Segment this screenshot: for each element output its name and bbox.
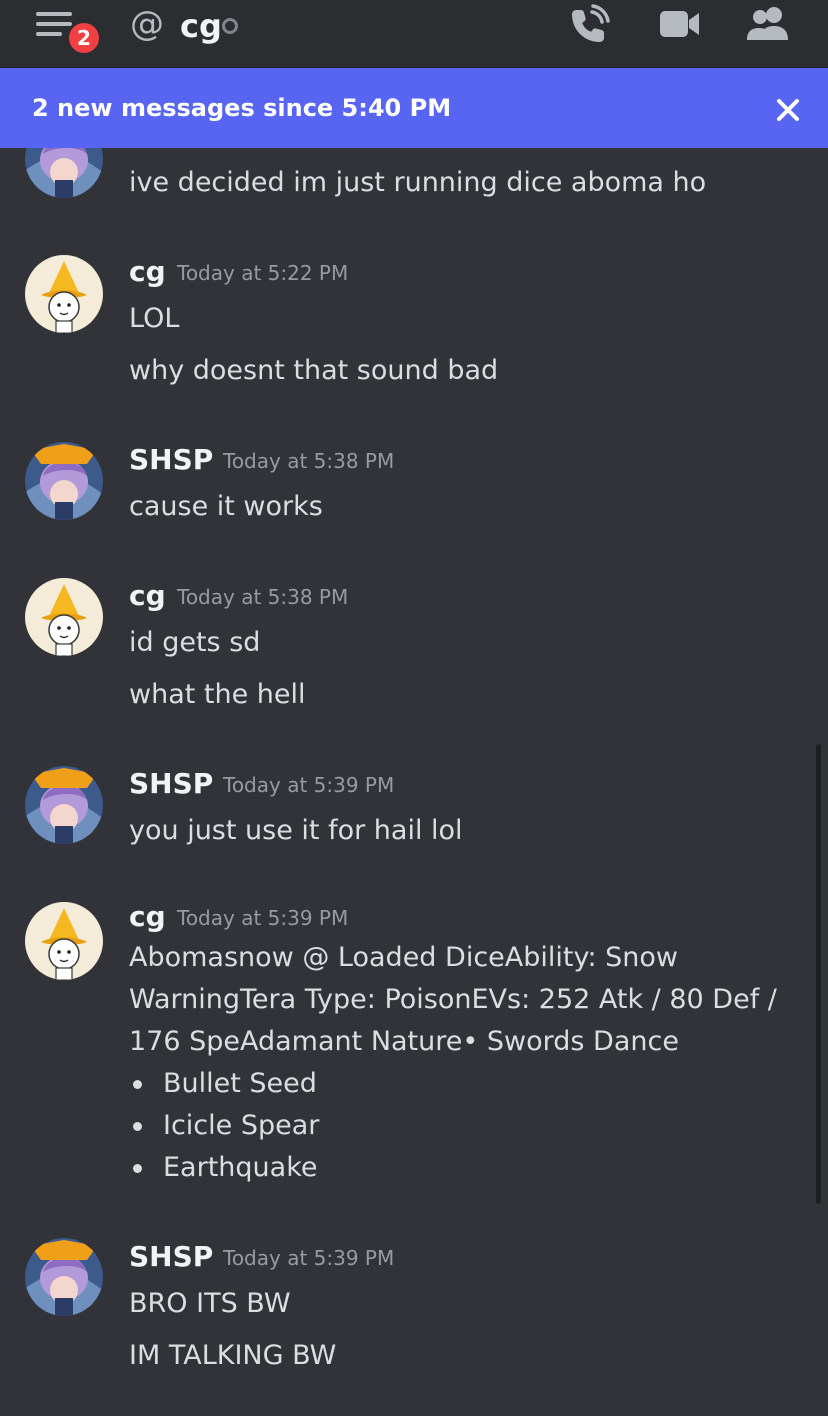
message-list[interactable]: ive decided im just running dice aboma h… [0,148,828,1416]
message-text: Abomasnow @ Loaded DiceAbility: Snow [129,942,679,973]
unread-badge: 2 [66,20,102,56]
message-author[interactable]: SHSP [129,1240,213,1274]
message-text: what the hell [129,679,306,710]
message-timestamp: Today at 5:38 PM [177,585,349,609]
avatar[interactable] [25,442,103,520]
message-timestamp: Today at 5:38 PM [223,449,395,473]
channel-name[interactable]: cg [180,6,222,46]
list-item: Earthquake [163,1152,318,1183]
new-messages-banner[interactable]: 2 new messages since 5:40 PM [0,68,828,148]
bullet-icon [133,1080,142,1089]
message-text: ive decided im just running dice aboma h… [129,167,707,198]
message-timestamp: Today at 5:22 PM [177,261,349,285]
message-author[interactable]: cg [129,255,166,289]
message-text: why doesnt that sound bad [129,355,499,386]
avatar[interactable] [25,148,103,198]
message-text: WarningTera Type: PoisonEVs: 252 Atk / 8… [129,984,777,1015]
bullet-icon [133,1164,142,1173]
avatar[interactable] [25,766,103,844]
message-author[interactable]: cg [129,900,166,934]
avatar[interactable] [25,578,103,656]
message-text: 176 SpeAdamant Nature• Swords Dance [129,1026,679,1057]
message-timestamp: Today at 5:39 PM [223,1246,395,1270]
at-icon: @ [130,4,164,44]
message-text: LOL [129,303,180,334]
message-text: BRO ITS BW [129,1288,291,1319]
call-icon[interactable] [566,4,614,48]
message-author[interactable]: SHSP [129,767,213,801]
status-offline-icon [222,18,238,34]
channel-header: 2 @ cg [0,0,828,68]
close-icon[interactable] [774,96,802,124]
member-list-icon[interactable] [744,4,792,44]
bullet-icon [133,1122,142,1131]
message-timestamp: Today at 5:39 PM [177,906,349,930]
message-text: cause it works [129,491,323,522]
avatar[interactable] [25,255,103,333]
avatar[interactable] [25,902,103,980]
message-text: you just use it for hail lol [129,815,463,846]
list-item: Icicle Spear [163,1110,320,1141]
scrollbar[interactable] [816,744,821,1204]
message-text: id gets sd [129,627,261,658]
avatar[interactable] [25,1238,103,1316]
message-author[interactable]: SHSP [129,443,213,477]
list-item: Bullet Seed [163,1068,317,1099]
message-timestamp: Today at 5:39 PM [223,773,395,797]
new-messages-text: 2 new messages since 5:40 PM [32,94,452,122]
message-author[interactable]: cg [129,579,166,613]
message-text: IM TALKING BW [129,1340,337,1371]
video-icon[interactable] [658,6,702,42]
